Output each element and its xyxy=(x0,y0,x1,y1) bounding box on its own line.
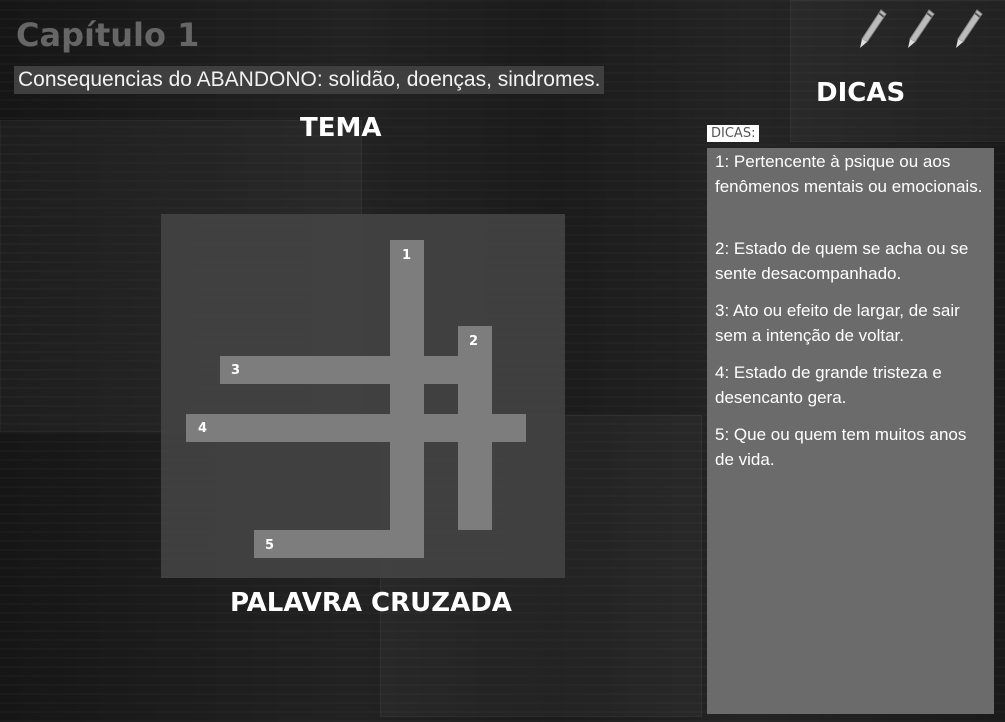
word-3-cells[interactable] xyxy=(220,356,492,384)
hint-item: 1: Pertencente à psique ou aos fenômenos… xyxy=(715,152,983,196)
theme-subtitle: Consequencias do ABANDONO: solidão, doen… xyxy=(14,66,605,94)
hint-item: 3: Ato ou efeito de largar, de sair sem … xyxy=(715,301,960,345)
clue-number-5: 5 xyxy=(265,538,275,553)
word-5-cells[interactable] xyxy=(254,530,424,558)
hint-item: 4: Estado de grande tristeza e desencant… xyxy=(715,363,942,407)
hints-tag: DICAS: xyxy=(707,125,760,142)
hints-heading: DICAS xyxy=(816,78,906,108)
hint-item: 5: Que ou quem tem muitos anos de vida. xyxy=(715,425,967,469)
pen-icon[interactable] xyxy=(855,8,889,50)
chapter-title: Capítulo 1 xyxy=(16,16,200,54)
pen-toolbar xyxy=(855,8,985,50)
clue-number-2: 2 xyxy=(469,334,479,349)
pen-icon[interactable] xyxy=(903,8,937,50)
clue-number-1: 1 xyxy=(402,248,412,263)
crossword-heading: PALAVRA CRUZADA xyxy=(230,588,512,618)
word-4-cells[interactable] xyxy=(186,414,526,442)
clue-number-3: 3 xyxy=(231,363,241,378)
word-1-cells[interactable] xyxy=(390,240,424,558)
theme-heading: TEMA xyxy=(300,113,382,143)
clue-number-4: 4 xyxy=(198,421,208,436)
pen-icon[interactable] xyxy=(951,8,985,50)
hint-item: 2: Estado de quem se acha ou se sente de… xyxy=(715,239,969,283)
crossword-grid xyxy=(161,214,565,578)
